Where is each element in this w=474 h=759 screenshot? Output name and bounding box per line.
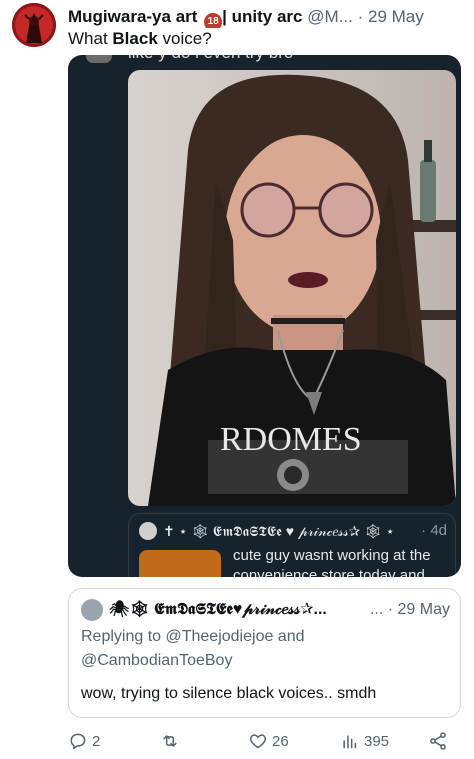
reply-separator: · (387, 601, 394, 618)
tweet-header: Mugiwara-ya art 18 | unity arc @M... · 29… (68, 6, 468, 28)
like-button[interactable]: 26 (248, 728, 289, 754)
inner-quote-text: cute guy wasnt working at the convenienc… (233, 547, 431, 577)
tweet-text: What Black voice? (68, 28, 212, 50)
cut-off-avatar-icon (86, 55, 112, 63)
reply-author-name[interactable]: 🕷🕸 𝕰𝖒𝕯𝖆𝕾𝕿𝕰𝖊♥𝓅𝓇𝒾𝓃𝒸𝑒𝓈𝓈✰... (109, 599, 371, 621)
age-18-badge-icon: 18 (204, 13, 223, 28)
repost-icon (163, 735, 177, 747)
heart-icon (249, 734, 267, 749)
selfie-photo[interactable]: RDOMES (128, 70, 456, 506)
author-display-name[interactable]: Mugiwara-ya art (68, 7, 197, 26)
author-avatar[interactable] (12, 3, 56, 47)
quoted-reply-card[interactable]: 🕷🕸 𝕰𝖒𝕯𝖆𝕾𝕿𝕰𝖊♥𝓅𝓇𝒾𝓃𝒸𝑒𝓈𝓈✰... ... · 29 May Re… (68, 588, 461, 718)
inner-quote-avatar[interactable] (139, 522, 157, 540)
views-button[interactable]: 395 (340, 728, 389, 754)
embedded-screenshot[interactable]: like y do i even try bro (68, 55, 461, 577)
reply-dots: ... (369, 601, 384, 618)
tweet-text-suffix: voice? (157, 29, 212, 48)
tweet-text-prefix: What (68, 29, 113, 48)
inner-quote-date[interactable]: · 4d (421, 521, 447, 541)
replying-to-line1[interactable]: Replying to @Theejodiejoe and (81, 625, 451, 649)
inner-quote-separator: · (421, 522, 427, 539)
reply-button[interactable]: 2 (68, 728, 100, 754)
share-button[interactable] (428, 728, 448, 754)
like-count: 26 (272, 732, 289, 750)
cut-off-text: like y do i even try bro (128, 55, 293, 63)
inner-quote-thumbnail[interactable] (139, 550, 221, 577)
replying-to-line2[interactable]: @CambodianToeBoy (81, 649, 451, 673)
inner-quote-name[interactable]: ✝ ⋆ 🕸 𝕰𝖒𝕯𝖆𝕾𝕿𝕰𝖊 ♥ 𝓅𝓇𝒾𝓃𝒸𝑒𝓈𝓈✰ 🕸 ⋆ (163, 521, 403, 541)
reply-count: 2 (92, 732, 101, 750)
author-handle[interactable]: @M... (307, 7, 353, 26)
share-icon (430, 732, 446, 750)
views-chart-icon (343, 735, 357, 749)
views-count: 395 (364, 732, 390, 750)
inner-quoted-post[interactable]: ✝ ⋆ 🕸 𝕰𝖒𝕯𝖆𝕾𝕿𝕰𝖊 ♥ 𝓅𝓇𝒾𝓃𝒸𝑒𝓈𝓈✰ 🕸 ⋆ · 4d cute… (128, 513, 456, 577)
reply-text: wow, trying to silence black voices.. sm… (81, 685, 377, 702)
reply-author-avatar[interactable] (81, 599, 103, 621)
tweet-text-bold: Black (112, 29, 158, 48)
reply-date[interactable]: ... · 29 May (370, 599, 450, 621)
svg-text:RDOMES: RDOMES (220, 421, 362, 458)
reply-date-value: 29 May (397, 601, 450, 618)
reply-icon (70, 733, 86, 750)
action-bar: 2 26 395 (68, 728, 461, 754)
tweet-date[interactable]: 29 May (368, 7, 424, 26)
inner-quote-date-value: 4d (430, 522, 447, 539)
header-separator: · (357, 7, 364, 26)
repost-button[interactable] (160, 728, 184, 754)
author-name-suffix[interactable]: | unity arc (222, 7, 302, 26)
replying-to: Replying to @Theejodiejoe and @Cambodian… (81, 625, 451, 673)
